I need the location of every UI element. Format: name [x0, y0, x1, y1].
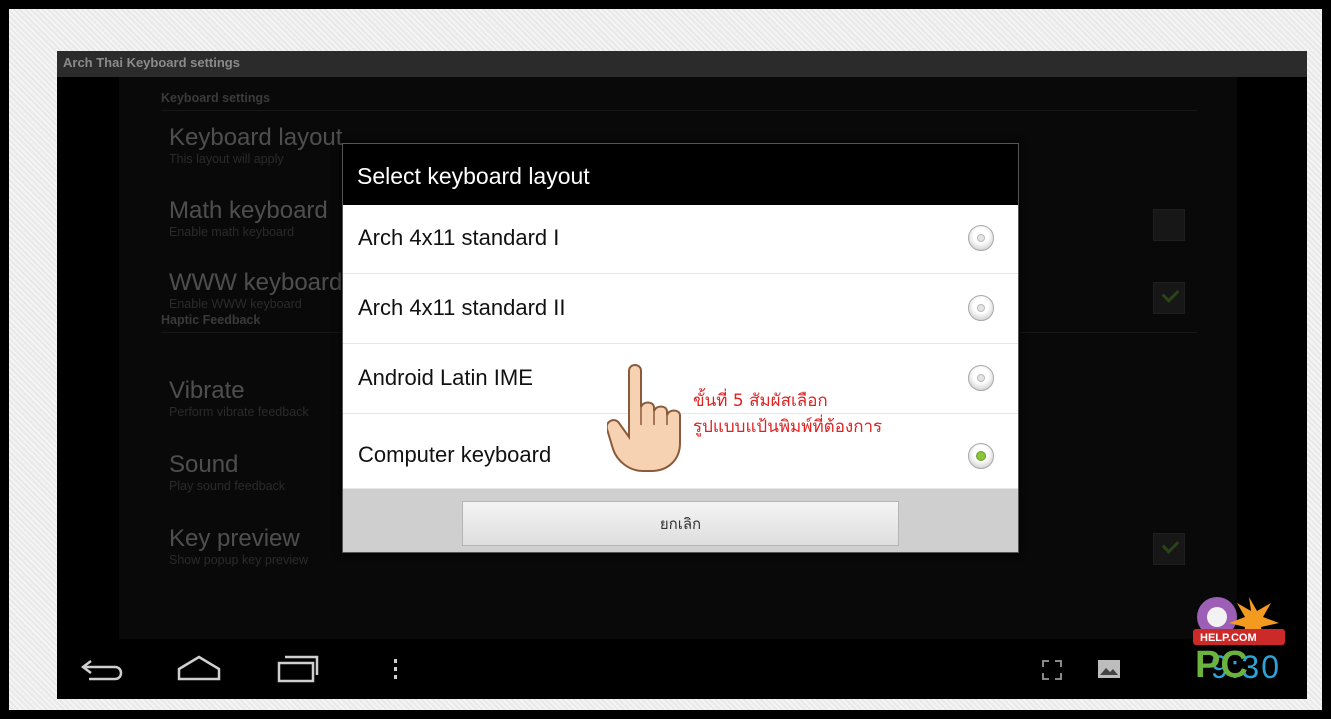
menu-icon[interactable] — [391, 657, 401, 681]
layout-option-label: Arch 4x11 standard II — [358, 295, 566, 320]
logo-text-main: PC — [1195, 644, 1248, 682]
annotation-line-1: ขั้นที่ 5 สัมผัสเลือก — [693, 391, 828, 411]
radio-button[interactable] — [968, 225, 994, 251]
ohelppc-logo: HELP.COM PC — [1193, 597, 1285, 682]
layout-option-label: Computer keyboard — [358, 442, 552, 467]
layout-option-label: Arch 4x11 standard I — [358, 225, 560, 250]
gallery-icon[interactable] — [1097, 659, 1121, 679]
select-layout-dialog: Select keyboard layout Arch 4x11 standar… — [342, 143, 1019, 553]
layout-option[interactable]: Arch 4x11 standard I — [343, 205, 1018, 274]
home-icon[interactable] — [175, 653, 223, 683]
pointing-hand-icon — [607, 364, 681, 472]
recent-apps-icon[interactable] — [275, 653, 321, 685]
android-screen: Arch Thai Keyboard settings Keyboard set… — [57, 51, 1307, 699]
cancel-button[interactable]: ยกเลิก — [462, 501, 899, 546]
screenshot-frame: Arch Thai Keyboard settings Keyboard set… — [6, 6, 1325, 713]
logo-text-top: HELP.COM — [1200, 632, 1257, 644]
layout-option-label: Android Latin IME — [358, 365, 533, 390]
annotation-line-2: รูปแบบแป้นพิมพ์ที่ต้องการ — [693, 417, 883, 437]
radio-button[interactable] — [968, 295, 994, 321]
window-title: Arch Thai Keyboard settings — [57, 51, 1307, 77]
fullscreen-icon[interactable] — [1041, 659, 1063, 681]
dialog-footer: ยกเลิก — [343, 489, 1018, 552]
navigation-bar: 9:30 — [57, 639, 1307, 699]
radio-button-selected[interactable] — [968, 443, 994, 469]
layout-option[interactable]: Arch 4x11 standard II — [343, 275, 1018, 344]
radio-button[interactable] — [968, 365, 994, 391]
back-icon[interactable] — [79, 657, 127, 681]
dialog-title: Select keyboard layout — [343, 144, 1018, 205]
